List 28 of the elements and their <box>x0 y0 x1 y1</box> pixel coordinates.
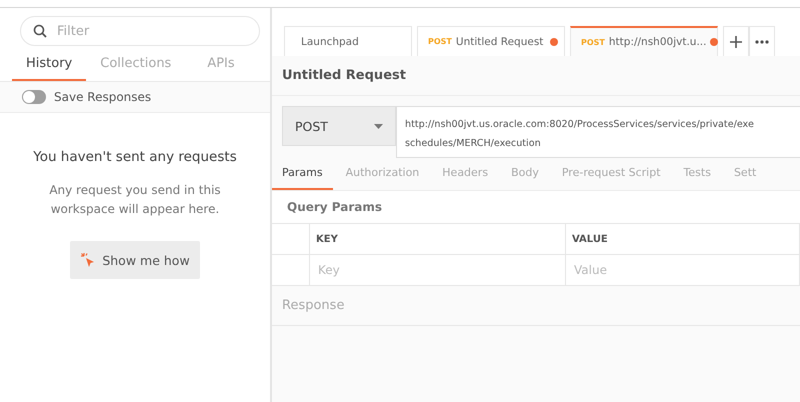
show-me-how-button[interactable]: Show me how <box>70 241 200 279</box>
request-tab[interactable]: POST http://nsh00jvt.u... <box>570 26 718 56</box>
tab-label: Untitled Request <box>456 36 544 48</box>
response-title: Response <box>272 286 800 326</box>
cursor-click-icon <box>80 252 96 268</box>
method-label: POST <box>428 37 452 46</box>
toggle-switch[interactable] <box>22 90 46 104</box>
add-tab-button[interactable] <box>723 26 749 56</box>
request-title: Untitled Request <box>272 56 800 96</box>
empty-text: Any request you send in this workspace will appear here. <box>48 182 222 218</box>
method-label: POST <box>581 38 605 46</box>
url-field[interactable]: http://nsh00jvt.us.oracle.com:8020/ProcessServices/services/private/exe schedules/MERCH/execution <box>396 106 800 158</box>
caret-icon <box>374 124 383 128</box>
param-input-field[interactable]: Key <box>310 255 566 286</box>
empty-title: You haven't sent any requests <box>33 149 237 165</box>
section-title: Query Params <box>272 191 800 223</box>
method-dropdown[interactable]: POST <box>282 106 396 146</box>
more-icon <box>755 40 769 44</box>
tab-label: http://nsh00jvt.u... <box>608 36 706 48</box>
tab-label: Launchpad <box>301 36 359 48</box>
toggle-label: Save Responses <box>54 90 152 104</box>
more-button[interactable] <box>749 26 775 56</box>
filter-field[interactable]: Filter <box>20 16 260 46</box>
plus-icon <box>730 36 742 48</box>
request-tab[interactable]: POST Untitled Request <box>417 26 565 56</box>
request-tab[interactable]: Launchpad <box>284 26 412 56</box>
search-icon <box>33 24 47 38</box>
param-input-field[interactable]: Value <box>566 255 800 286</box>
